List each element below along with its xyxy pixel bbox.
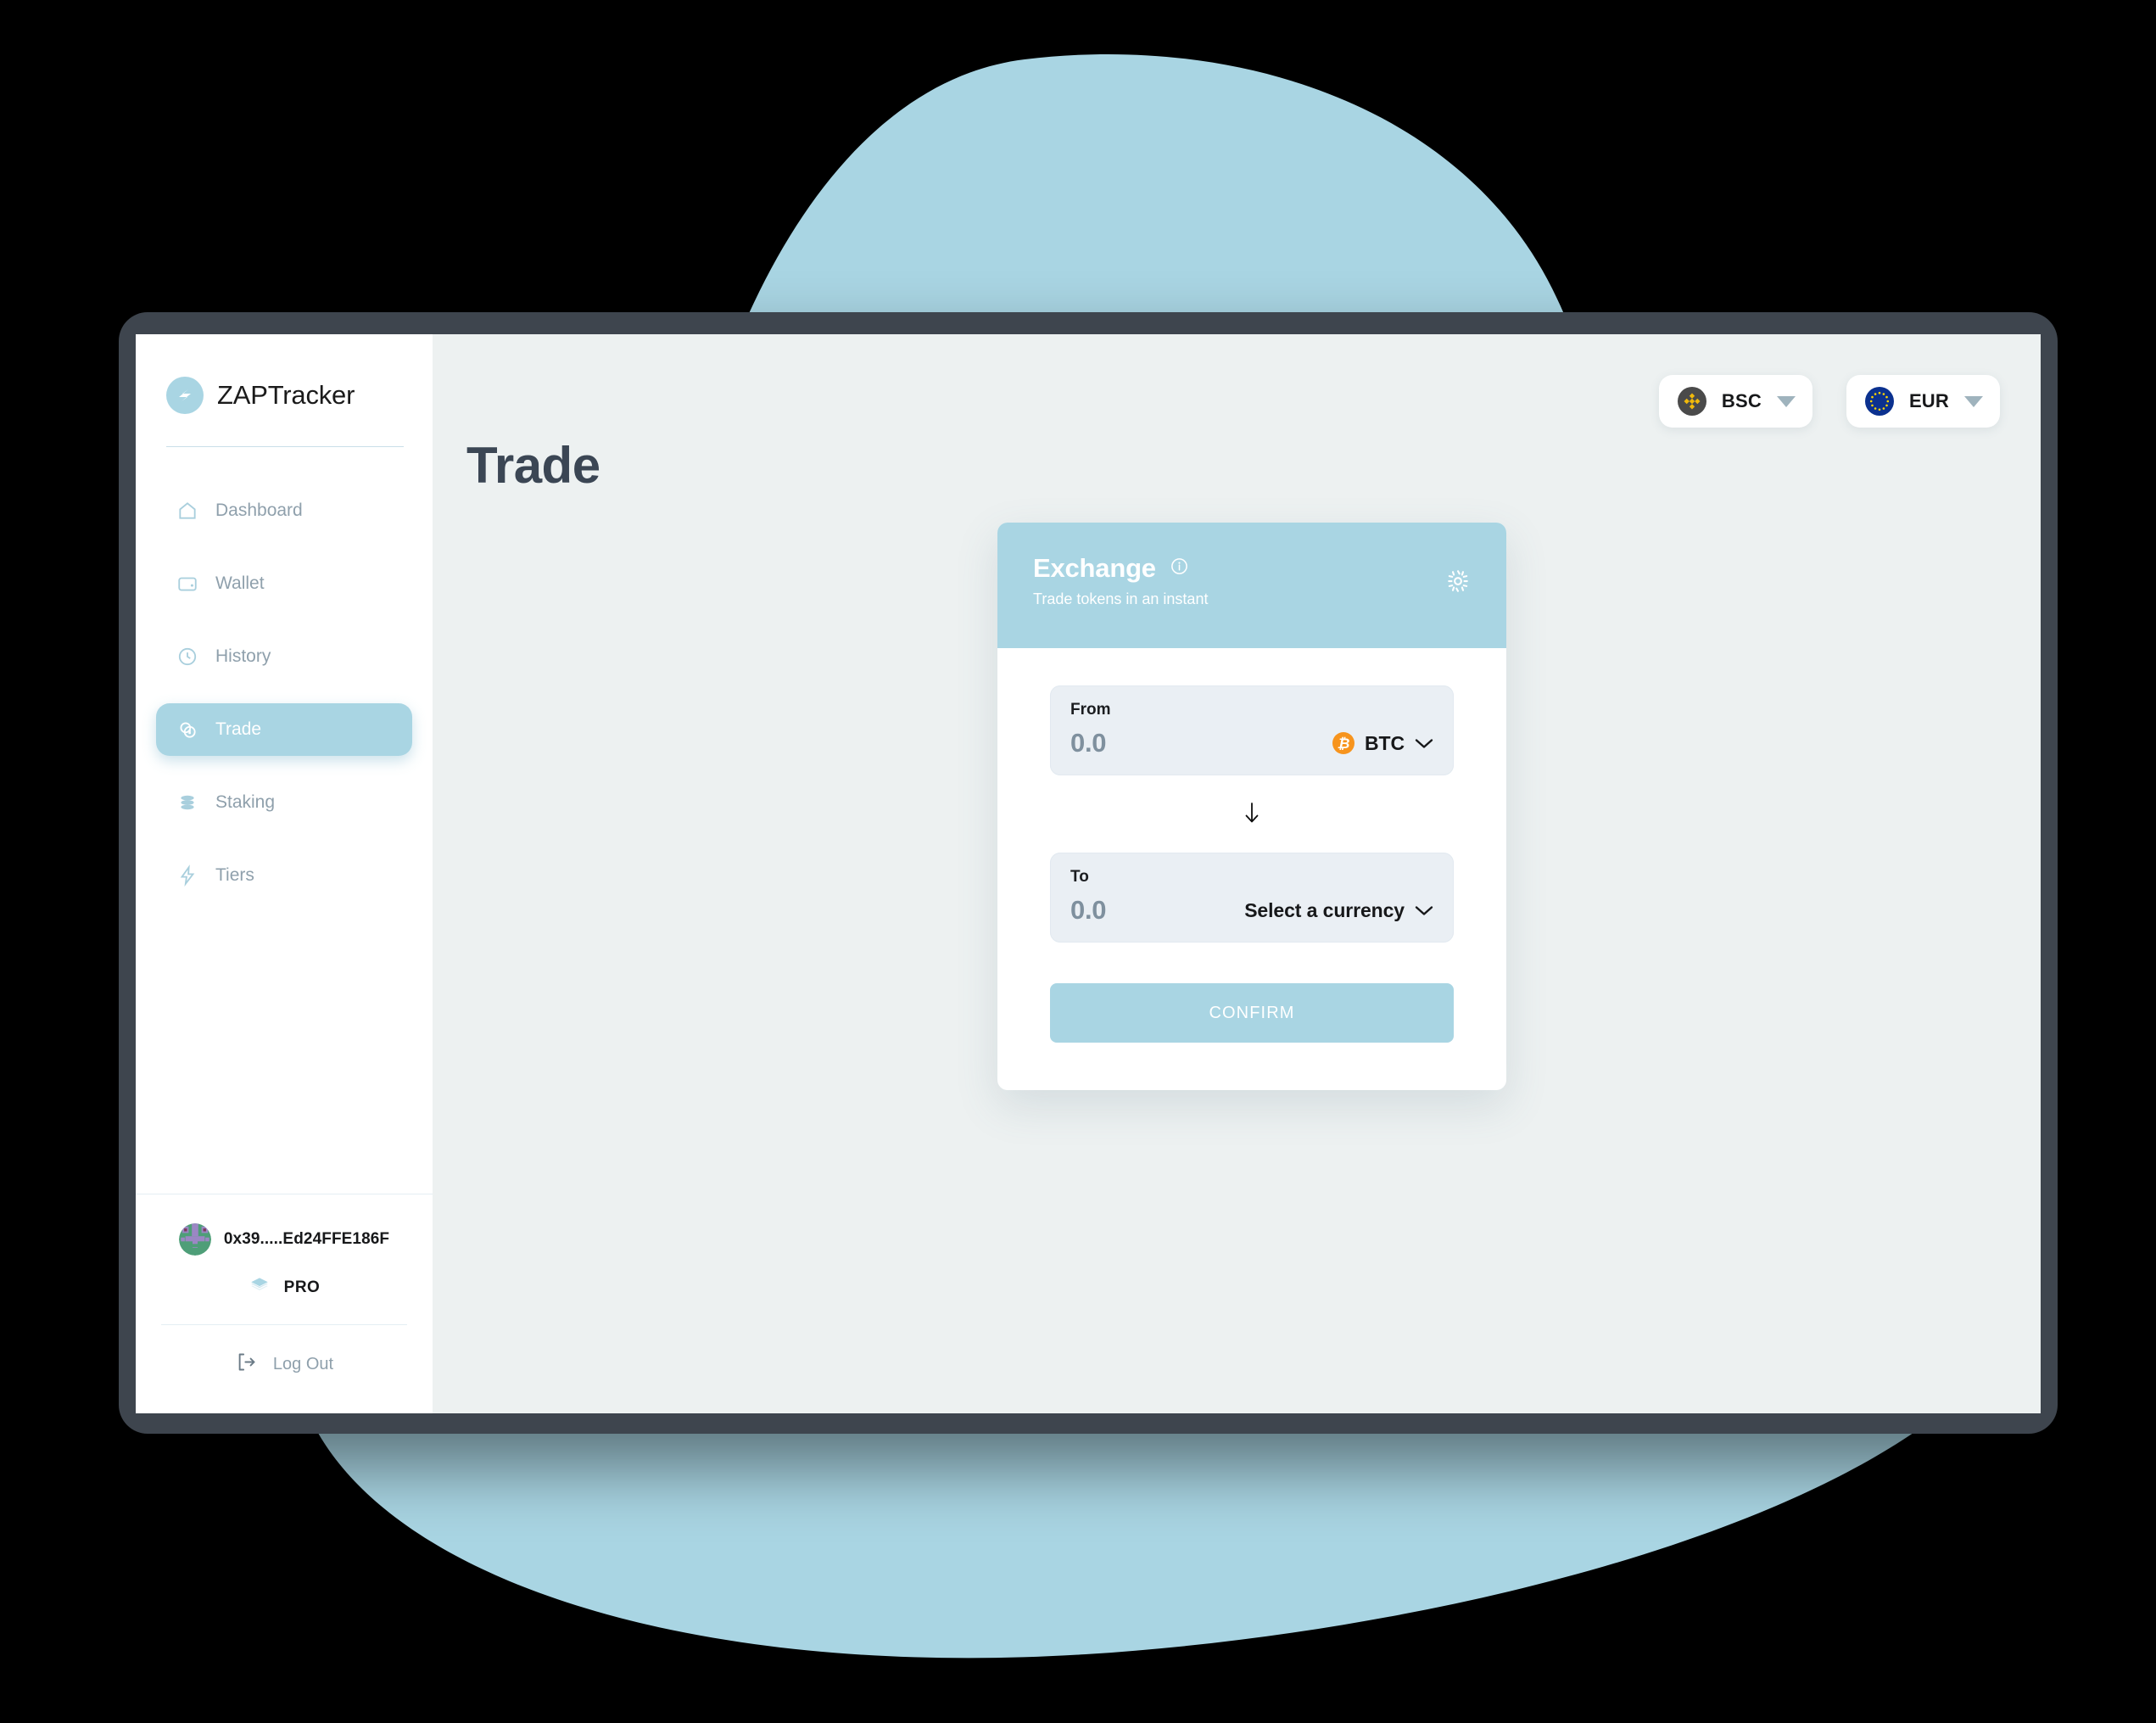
chevron-down-icon xyxy=(1415,905,1433,916)
brand-name: ZAPTracker xyxy=(217,380,355,410)
identicon-avatar xyxy=(178,1223,211,1256)
sidebar-item-label: Staking xyxy=(215,792,276,812)
exchange-title-row: Exchange xyxy=(1033,553,1471,584)
arrow-down-icon xyxy=(1242,801,1262,829)
sidebar-item-trade[interactable]: Trade xyxy=(156,703,412,756)
sidebar-item-label: Wallet xyxy=(215,573,265,593)
app-screen: ZAPTracker Dashboard Wallet History Trad… xyxy=(136,334,2041,1413)
sidebar-item-label: Dashboard xyxy=(215,501,303,520)
to-field[interactable]: To 0.0 Select a currency xyxy=(1050,853,1454,943)
from-row: 0.0 ₿ BTC xyxy=(1070,728,1433,758)
lightning-bolt-icon xyxy=(176,864,198,887)
exchange-title: Exchange xyxy=(1033,553,1156,583)
layers-icon xyxy=(249,1274,271,1301)
gear-icon[interactable] xyxy=(1445,568,1471,598)
bitcoin-icon: ₿ xyxy=(1332,732,1355,754)
wallet-address: 0x39.....Ed24FFE186F xyxy=(223,1230,390,1248)
sidebar-item-wallet[interactable]: Wallet xyxy=(156,557,412,610)
to-label: To xyxy=(1070,868,1089,886)
swap-direction-button[interactable] xyxy=(1050,775,1454,853)
confirm-button[interactable]: CONFIRM xyxy=(1050,983,1454,1043)
to-currency-label: Select a currency xyxy=(1244,898,1405,921)
exchange-subtitle: Trade tokens in an instant xyxy=(1033,590,1209,607)
sidebar-item-tiers[interactable]: Tiers xyxy=(156,849,412,902)
sidebar-item-dashboard[interactable]: Dashboard xyxy=(156,484,412,537)
logout-label: Log Out xyxy=(272,1354,334,1373)
user-block: 0x39.....Ed24FFE186F PRO Log Out xyxy=(136,1194,433,1413)
page-title: Trade xyxy=(466,437,600,494)
binance-smart-chain-icon xyxy=(1677,387,1706,416)
euro-flag-icon xyxy=(1864,387,1894,416)
from-currency-selector[interactable]: ₿ BTC xyxy=(1332,732,1433,755)
currency-label: EUR xyxy=(1908,390,1949,411)
currency-selector[interactable]: EUR xyxy=(1846,375,2000,428)
database-stack-icon xyxy=(176,792,198,814)
coins-icon xyxy=(176,719,198,741)
from-amount-input[interactable]: 0.0 xyxy=(1070,728,1107,758)
network-selector[interactable]: BSC xyxy=(1658,375,1812,428)
sidebar: ZAPTracker Dashboard Wallet History Trad… xyxy=(136,334,433,1413)
sidebar-item-history[interactable]: History xyxy=(156,630,412,683)
exchange-card-body: From 0.0 ₿ BTC To 0.0 Select a currency … xyxy=(997,648,1506,1090)
tier-label: PRO xyxy=(283,1278,321,1296)
from-currency-label: BTC xyxy=(1365,731,1405,754)
sidebar-item-label: Trade xyxy=(215,719,262,739)
exchange-card-header: Exchange Trade tokens in an instant xyxy=(997,523,1506,648)
to-row: 0.0 Select a currency xyxy=(1070,895,1433,926)
brand-divider xyxy=(166,446,404,447)
caret-down-icon xyxy=(1964,395,1983,407)
topbar: BSC EUR xyxy=(1658,375,2000,428)
from-label: From xyxy=(1070,701,1111,719)
wallet-address-row[interactable]: 0x39.....Ed24FFE186F xyxy=(136,1223,433,1256)
to-currency-selector[interactable]: Select a currency xyxy=(1244,899,1433,922)
sidebar-nav: Dashboard Wallet History Trade Staking T… xyxy=(136,484,433,922)
tier-badge: PRO xyxy=(136,1274,433,1301)
to-amount-input[interactable]: 0.0 xyxy=(1070,895,1107,926)
clock-icon xyxy=(176,646,198,668)
home-icon xyxy=(176,500,198,522)
main-content: BSC EUR Trade Exchange Trade tokens in a… xyxy=(433,334,2041,1413)
chevron-down-icon xyxy=(1415,738,1433,749)
brand: ZAPTracker xyxy=(136,334,433,414)
sidebar-item-label: History xyxy=(215,646,271,666)
zap-logo-icon xyxy=(166,377,204,414)
network-label: BSC xyxy=(1721,390,1762,411)
wallet-card-icon xyxy=(176,573,198,595)
logout-icon xyxy=(235,1351,258,1378)
from-field[interactable]: From 0.0 ₿ BTC xyxy=(1050,685,1454,775)
sidebar-item-staking[interactable]: Staking xyxy=(156,776,412,829)
caret-down-icon xyxy=(1776,395,1796,407)
info-circle-icon[interactable] xyxy=(1170,557,1189,580)
logout-button[interactable]: Log Out xyxy=(136,1325,433,1413)
exchange-card: Exchange Trade tokens in an instant From… xyxy=(997,523,1506,1090)
sidebar-item-label: Tiers xyxy=(215,865,254,885)
